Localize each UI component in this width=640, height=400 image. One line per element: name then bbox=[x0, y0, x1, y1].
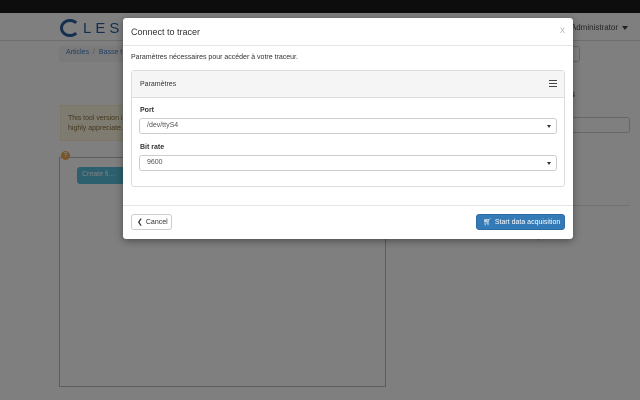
modal-header: Connect to tracer x bbox=[123, 18, 573, 46]
bitrate-label: Bit rate bbox=[140, 144, 165, 151]
bitrate-select[interactable]: 9600 bbox=[139, 155, 557, 171]
caret-down-icon bbox=[547, 125, 551, 128]
panel-title: Paramètres bbox=[140, 81, 177, 88]
port-select[interactable]: /dev/ttyS4 bbox=[139, 118, 557, 134]
start-label: Start data acquisition bbox=[494, 219, 561, 226]
parameters-panel: Paramètres Port /dev/ttyS4 Bit rate 9600 bbox=[131, 70, 565, 187]
panel-heading: Paramètres bbox=[132, 71, 564, 98]
list-icon[interactable] bbox=[549, 80, 557, 88]
cart-icon: 🛒︎ bbox=[483, 219, 492, 226]
port-value: /dev/ttyS4 bbox=[147, 122, 179, 129]
start-acquisition-button[interactable]: 🛒︎ Start data acquisition bbox=[476, 214, 565, 230]
modal-footer: ❮ Cancel 🛒︎ Start data acquisition bbox=[123, 205, 573, 239]
connect-modal: Connect to tracer x Paramètres nécessair… bbox=[123, 18, 573, 239]
modal-title: Connect to tracer bbox=[131, 27, 201, 37]
chevron-left-icon: ❮ bbox=[137, 219, 143, 226]
bitrate-value: 9600 bbox=[147, 159, 163, 166]
cancel-button[interactable]: ❮ Cancel bbox=[131, 214, 172, 230]
caret-down-icon bbox=[547, 162, 551, 165]
port-label: Port bbox=[140, 107, 154, 114]
cancel-label: Cancel bbox=[145, 219, 168, 226]
close-icon[interactable]: x bbox=[560, 25, 565, 36]
modal-description: Paramètres nécessaires pour accéder à vo… bbox=[131, 54, 298, 61]
